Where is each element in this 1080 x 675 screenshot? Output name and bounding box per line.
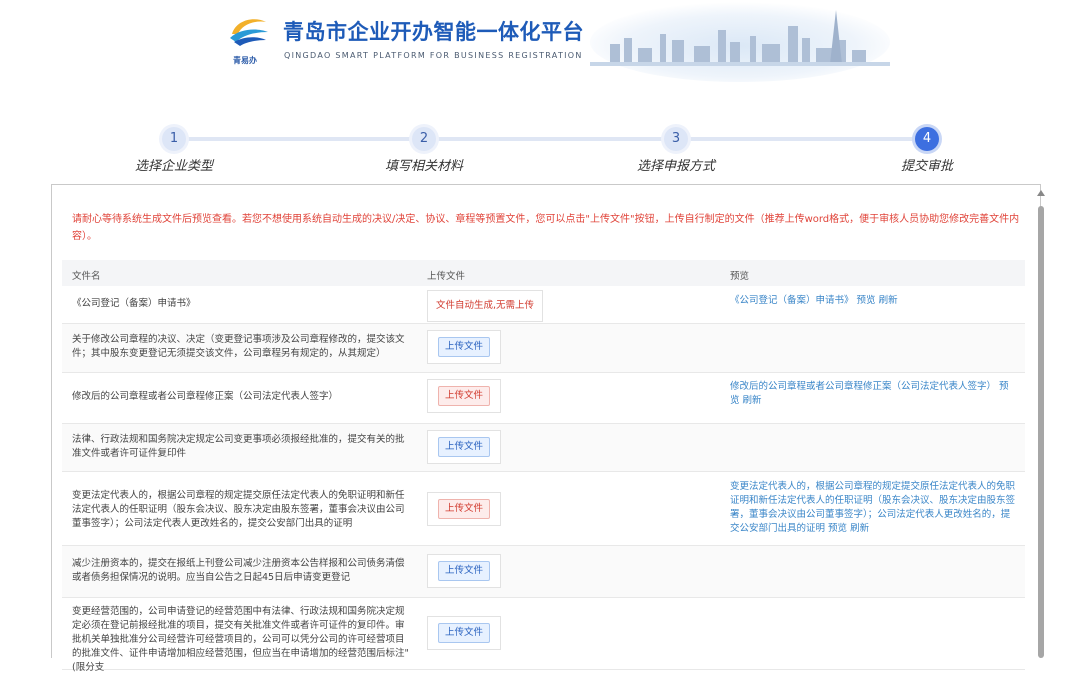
- upload-file-button[interactable]: 上传文件: [438, 337, 491, 357]
- step-3-indicator: 3: [664, 127, 688, 151]
- upload-cell: 上传文件: [427, 330, 502, 364]
- preview-cell: 变更法定代表人的，根据公司章程的规定提交原任法定代表人的免职证明和新任法定代表人…: [730, 480, 1015, 536]
- table-row: 变更法定代表人的，根据公司章程的规定提交原任法定代表人的免职证明和新任法定代表人…: [62, 472, 1025, 546]
- site-header: 青易办 青岛市企业开办智能一体化平台 QINGDAO SMART PLATFOR…: [0, 0, 1080, 100]
- upload-file-button[interactable]: 上传文件: [438, 623, 491, 643]
- column-header-upload: 上传文件: [427, 271, 466, 282]
- preview-document-link[interactable]: 《公司登记（备案）申请书》: [730, 295, 854, 306]
- preview-cell: 《公司登记（备案）申请书》 预览 刷新: [730, 294, 1015, 308]
- document-name: 变更经营范围的，公司申请登记的经营范围中有法律、行政法规和国务院决定规定必须在登…: [72, 606, 409, 673]
- city-skyline-image: [590, 2, 890, 82]
- step-4-indicator: 4: [915, 127, 939, 151]
- document-name: 变更法定代表人的，根据公司章程的规定提交原任法定代表人的免职证明和新任法定代表人…: [72, 490, 405, 529]
- step-connector: [436, 137, 664, 141]
- upload-file-button[interactable]: 上传文件: [438, 386, 491, 406]
- refresh-link[interactable]: 刷新: [743, 395, 762, 406]
- platform-subtitle: QINGDAO SMART PLATFORM FOR BUSINESS REGI…: [284, 51, 583, 60]
- document-name: 修改后的公司章程或者公司章程修正案（公司法定代表人签字）: [72, 391, 339, 402]
- upload-notice: 请耐心等待系统生成文件后预览查看。若您不想使用系统自动生成的决议/决定、协议、章…: [72, 214, 1020, 242]
- document-name: 法律、行政法规和国务院决定规定公司变更事项必须报经批准的，提交有关的批准文件或者…: [72, 434, 405, 459]
- upload-file-button[interactable]: 上传文件: [438, 437, 491, 457]
- document-name: 关于修改公司章程的决议、决定（变更登记事项涉及公司章程修改的，提交该文件；其中股…: [72, 334, 405, 359]
- table-row: 法律、行政法规和国务院决定规定公司变更事项必须报经批准的，提交有关的批准文件或者…: [62, 424, 1025, 472]
- logo-caption: 青易办: [233, 56, 257, 65]
- step-3-label: 选择申报方式: [636, 159, 715, 174]
- preview-cell: 修改后的公司章程或者公司章程修正案（公司法定代表人签字） 预览 刷新: [730, 380, 1015, 408]
- table-header: 文件名 上传文件 预览: [62, 260, 1025, 286]
- refresh-link[interactable]: 刷新: [879, 295, 898, 306]
- table-row: 修改后的公司章程或者公司章程修正案（公司法定代表人签字） 上传文件 修改后的公司…: [62, 373, 1025, 424]
- step-connector: [688, 137, 914, 141]
- preview-link[interactable]: 预览: [857, 295, 876, 306]
- scroll-up-arrow-icon[interactable]: [1037, 190, 1045, 196]
- step-1-label: 选择企业类型: [134, 159, 213, 174]
- column-header-name: 文件名: [72, 271, 101, 282]
- platform-title: 青岛市企业开办智能一体化平台: [283, 20, 584, 44]
- panel-scrollbar[interactable]: [1036, 188, 1046, 658]
- upload-cell: 上传文件: [427, 616, 502, 650]
- upload-cell: 上传文件: [427, 492, 502, 526]
- step-2-label: 填写相关材料: [384, 159, 463, 174]
- column-header-preview: 预览: [730, 271, 750, 282]
- document-name: 减少注册资本的，提交在报纸上刊登公司减少注册资本公告样报和公司债务清偿或者债务担…: [72, 558, 405, 583]
- upload-file-button[interactable]: 上传文件: [438, 499, 491, 519]
- step-connector: [186, 137, 412, 141]
- step-2-indicator: 2: [412, 127, 436, 151]
- scrollbar-thumb[interactable]: [1038, 206, 1044, 658]
- table-row: 变更经营范围的，公司申请登记的经营范围中有法律、行政法规和国务院决定规定必须在登…: [62, 598, 1025, 673]
- documents-table: 文件名 上传文件 预览 《公司登记（备案）申请书》 文件自动生成,无需上传 《公…: [62, 260, 1025, 673]
- refresh-link[interactable]: 刷新: [850, 523, 869, 534]
- auto-generated-note: 文件自动生成,无需上传: [427, 290, 544, 322]
- table-row: 《公司登记（备案）申请书》 文件自动生成,无需上传 《公司登记（备案）申请书》 …: [62, 286, 1025, 324]
- step-1-indicator: 1: [162, 127, 186, 151]
- step-4-label: 提交审批: [900, 159, 953, 174]
- preview-document-link[interactable]: 变更法定代表人的，根据公司章程的规定提交原任法定代表人的免职证明和新任法定代表人…: [730, 481, 1015, 534]
- upload-cell: 上传文件: [427, 554, 502, 588]
- document-name: 《公司登记（备案）申请书》: [72, 298, 196, 309]
- platform-logo-icon: [230, 19, 268, 46]
- upload-cell: 上传文件: [427, 430, 502, 464]
- table-row: 减少注册资本的，提交在报纸上刊登公司减少注册资本公告样报和公司债务清偿或者债务担…: [62, 546, 1025, 598]
- preview-link[interactable]: 预览: [828, 523, 847, 534]
- progress-stepper: 1 2 3 4 选择企业类型 填写相关材料 选择申报方式 提交审批: [0, 122, 1080, 178]
- preview-document-link[interactable]: 修改后的公司章程或者公司章程修正案（公司法定代表人签字）: [730, 381, 996, 392]
- upload-file-button[interactable]: 上传文件: [438, 561, 491, 581]
- table-row: 关于修改公司章程的决议、决定（变更登记事项涉及公司章程修改的，提交该文件；其中股…: [62, 324, 1025, 373]
- upload-cell: 上传文件: [427, 379, 502, 413]
